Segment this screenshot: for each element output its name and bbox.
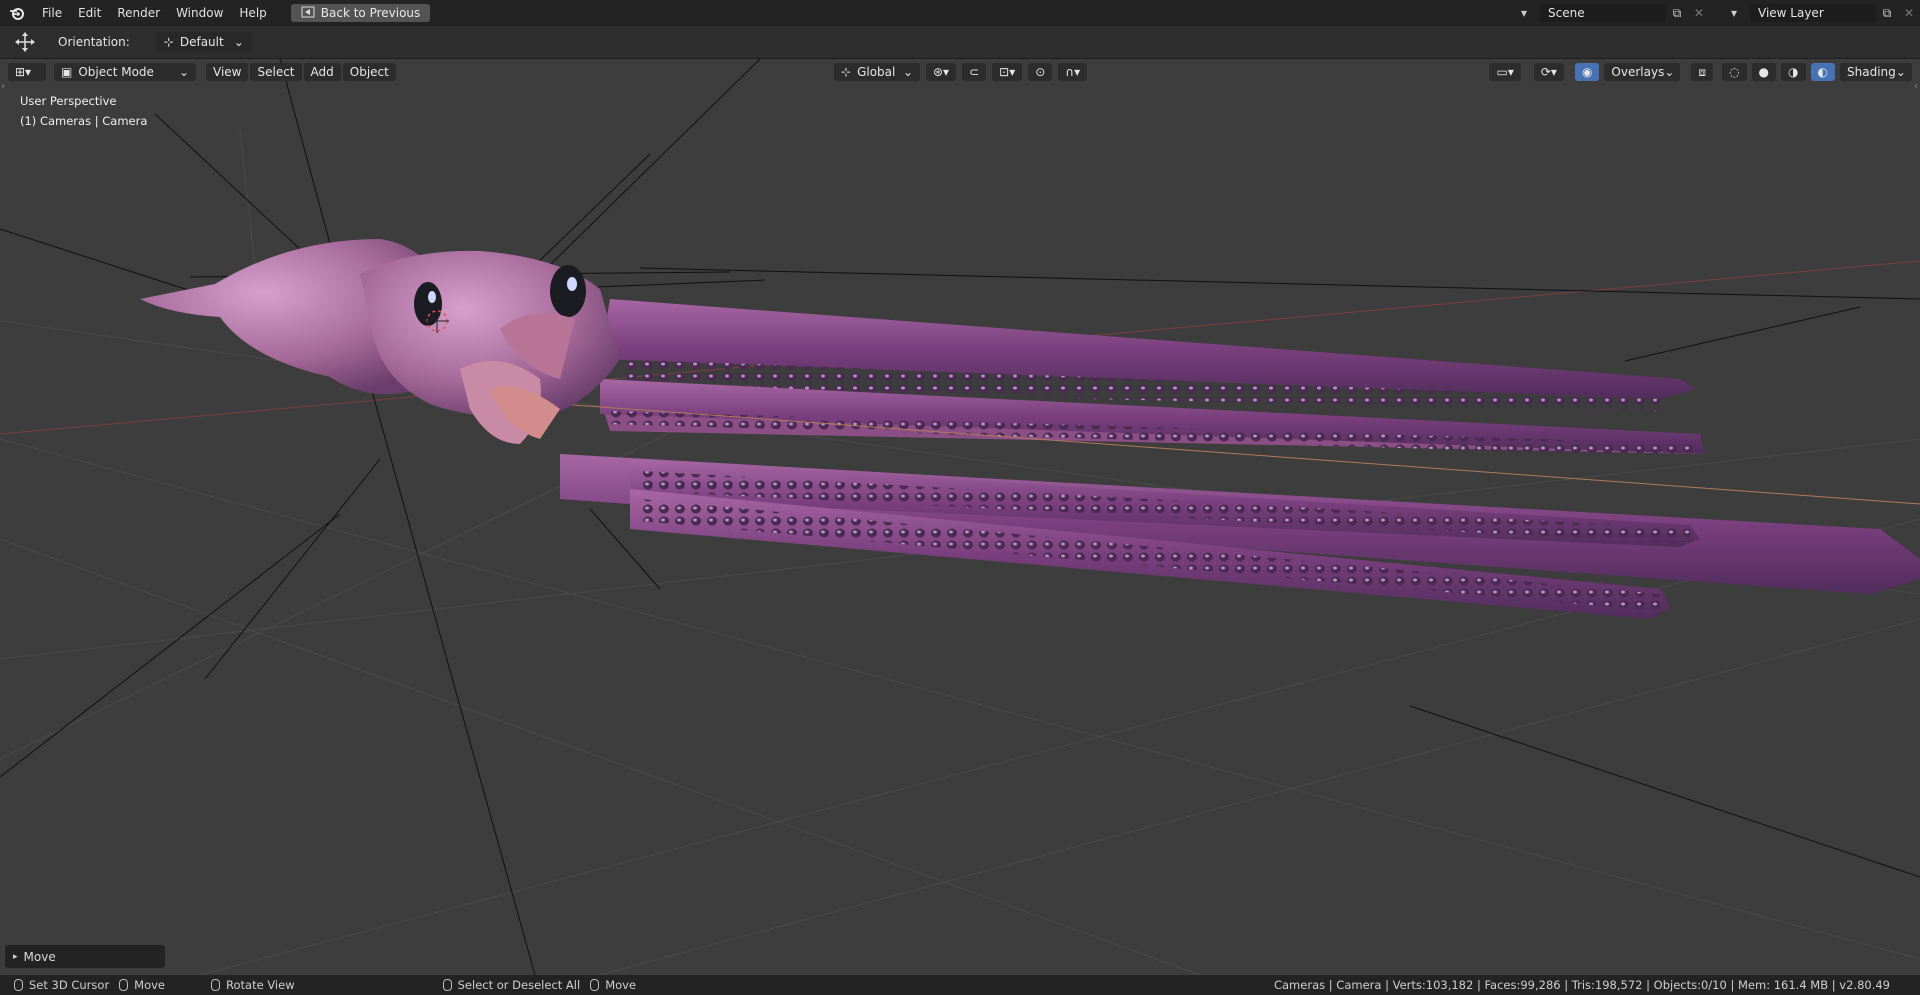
object-types-visibility-dropdown[interactable]: ▭▾ <box>1489 63 1521 81</box>
solid-shading-button[interactable]: ● <box>1751 63 1777 81</box>
back-icon <box>301 6 315 21</box>
orientation-label: Orientation: <box>58 35 130 49</box>
chevron-down-icon: ⌄ <box>1664 65 1675 79</box>
viewport-header: ⊞▾ ▣ Object Mode ⌄ View Select Add Objec… <box>0 59 1920 85</box>
mouse-middle-icon <box>211 979 221 991</box>
mouse-left-icon <box>14 979 23 991</box>
last-operator-label: Move <box>23 949 56 964</box>
snap-target-dropdown[interactable]: ⊡▾ <box>992 63 1023 81</box>
mouse-right-icon <box>442 979 452 991</box>
new-scene-icon[interactable]: ⧉ <box>1666 4 1688 22</box>
rendered-shading-button[interactable]: ◐ <box>1810 63 1835 81</box>
select-menu[interactable]: Select <box>250 63 302 81</box>
overlays-label: Overlays <box>1611 65 1665 79</box>
view-layer-browse-icon[interactable]: ▾ <box>1718 4 1750 22</box>
overlays-toggle[interactable]: ◉ <box>1574 63 1600 81</box>
blender-logo-icon[interactable] <box>0 0 34 26</box>
orientation-icon: ⊹ <box>163 35 174 49</box>
mouse-right-drag-icon <box>590 979 600 991</box>
magnet-icon: ⊂ <box>969 65 980 79</box>
status-hint-label: Set 3D Cursor <box>29 978 110 992</box>
status-hint-label: Move <box>605 978 637 992</box>
proportional-edit-icon: ⊙ <box>1035 65 1046 79</box>
orientation-dropdown[interactable]: ⊹ Default ⌄ <box>155 32 252 52</box>
object-mode-icon: ▣ <box>61 65 73 79</box>
orientation-value: Default <box>179 35 224 49</box>
shading-label: Shading <box>1847 65 1896 79</box>
falloff-icon: ∩▾ <box>1065 65 1081 79</box>
global-orientation-icon: ⊹ <box>841 65 852 79</box>
chevron-down-icon: ⌄ <box>178 65 189 79</box>
pivot-point-dropdown[interactable]: ⊛▾ <box>926 63 957 81</box>
visibility-icon: ▭▾ <box>1496 65 1514 79</box>
gizmo-icon: ⟳▾ <box>1540 65 1557 79</box>
xray-toggle[interactable]: ⧈ <box>1691 63 1714 81</box>
status-move-2: Move <box>590 978 636 992</box>
transform-orientation-dropdown[interactable]: ⊹ Global ⌄ <box>834 63 920 81</box>
scene-statistics: Cameras | Camera | Verts:103,182 | Faces… <box>1273 978 1890 992</box>
status-move: Move <box>119 978 165 992</box>
rendered-icon: ◐ <box>1817 65 1828 79</box>
transform-controls: ⊹ Global ⌄ ⊛▾ ⊂ ⊡▾ ⊙ ∩▾ <box>834 63 1089 81</box>
chevron-down-icon: ⌄ <box>902 65 913 79</box>
material-shading-button[interactable]: ◑ <box>1781 63 1806 81</box>
view-context-label: (1) Cameras | Camera <box>20 114 148 128</box>
view-perspective-label: User Perspective <box>20 94 117 108</box>
3d-viewport[interactable]: User Perspective (1) Cameras | Camera › … <box>0 59 1920 975</box>
proportional-edit-toggle[interactable]: ⊙ <box>1028 63 1053 81</box>
transform-orientation-label: Global <box>857 65 896 79</box>
menu-help[interactable]: Help <box>231 0 274 26</box>
status-set-3d-cursor: Set 3D Cursor <box>14 978 109 992</box>
view-menu[interactable]: View <box>206 63 249 81</box>
chevron-down-icon: ⌄ <box>1895 65 1906 79</box>
solid-icon: ● <box>1758 65 1770 79</box>
back-button-label: Back to Previous <box>320 6 421 20</box>
menu-window[interactable]: Window <box>168 0 231 26</box>
wireframe-icon: ◌ <box>1729 65 1740 79</box>
mouse-drag-icon <box>119 979 129 991</box>
chevron-down-icon: ⌄ <box>233 35 244 49</box>
material-icon: ◑ <box>1788 65 1799 79</box>
last-operator-panel[interactable]: ▸ Move <box>5 945 165 968</box>
new-view-layer-icon[interactable]: ⧉ <box>1876 4 1898 22</box>
snap-icon: ⊡▾ <box>999 65 1016 79</box>
top-bar: File Edit Render Window Help Back to Pre… <box>0 0 1920 26</box>
mode-label: Object Mode <box>78 65 154 79</box>
mode-dropdown[interactable]: ▣ Object Mode ⌄ <box>54 63 196 81</box>
status-hint-label: Select or Deselect All <box>457 978 581 992</box>
status-bar: Set 3D Cursor Move Rotate View Select or… <box>0 975 1920 995</box>
view-layer-field[interactable]: View Layer <box>1750 4 1876 22</box>
falloff-dropdown[interactable]: ∩▾ <box>1058 63 1088 81</box>
wireframe-shading-button[interactable]: ◌ <box>1722 63 1747 81</box>
status-select-all: Select or Deselect All <box>442 978 581 992</box>
overlays-icon: ◉ <box>1581 65 1593 79</box>
menu-edit[interactable]: Edit <box>70 0 109 26</box>
shading-dropdown[interactable]: Shading ⌄ <box>1840 63 1912 81</box>
viewport-right-controls: ▭▾ ⟳▾ ◉ Overlays ⌄ ⧈ ◌ ● ◑ ◐ Shading ⌄ <box>1489 63 1914 81</box>
disclosure-triangle-icon: ▸ <box>13 951 18 962</box>
add-menu[interactable]: Add <box>303 63 341 81</box>
xray-icon: ⧈ <box>1698 64 1707 79</box>
status-rotate-view: Rotate View <box>211 978 295 992</box>
menu-file[interactable]: File <box>34 0 70 26</box>
editor-type-icon: ⊞▾ <box>15 65 32 79</box>
squid-body <box>140 239 620 444</box>
move-tool-icon[interactable] <box>0 31 50 53</box>
menu-render[interactable]: Render <box>109 0 168 26</box>
status-hint-label: Move <box>134 978 166 992</box>
tool-settings-bar: Orientation: ⊹ Default ⌄ <box>0 26 1920 59</box>
object-menu[interactable]: Object <box>342 63 396 81</box>
gizmo-dropdown[interactable]: ⟳▾ <box>1533 63 1564 81</box>
delete-scene-icon[interactable]: ✕ <box>1688 4 1710 22</box>
overlays-dropdown[interactable]: Overlays ⌄ <box>1604 63 1681 81</box>
back-to-previous-button[interactable]: Back to Previous <box>290 4 431 22</box>
scene-browse-icon[interactable]: ▾ <box>1508 4 1540 22</box>
scene-name-field[interactable]: Scene <box>1540 4 1666 22</box>
snap-toggle[interactable]: ⊂ <box>962 63 987 81</box>
scene-group: ▾ Scene ⧉ ✕ ▾ View Layer ⧉ ✕ <box>1508 0 1920 26</box>
delete-view-layer-icon[interactable]: ✕ <box>1898 4 1920 22</box>
status-hint-label: Rotate View <box>226 978 295 992</box>
editor-type-button[interactable]: ⊞▾ <box>8 63 46 81</box>
pivot-icon: ⊛▾ <box>933 65 950 79</box>
